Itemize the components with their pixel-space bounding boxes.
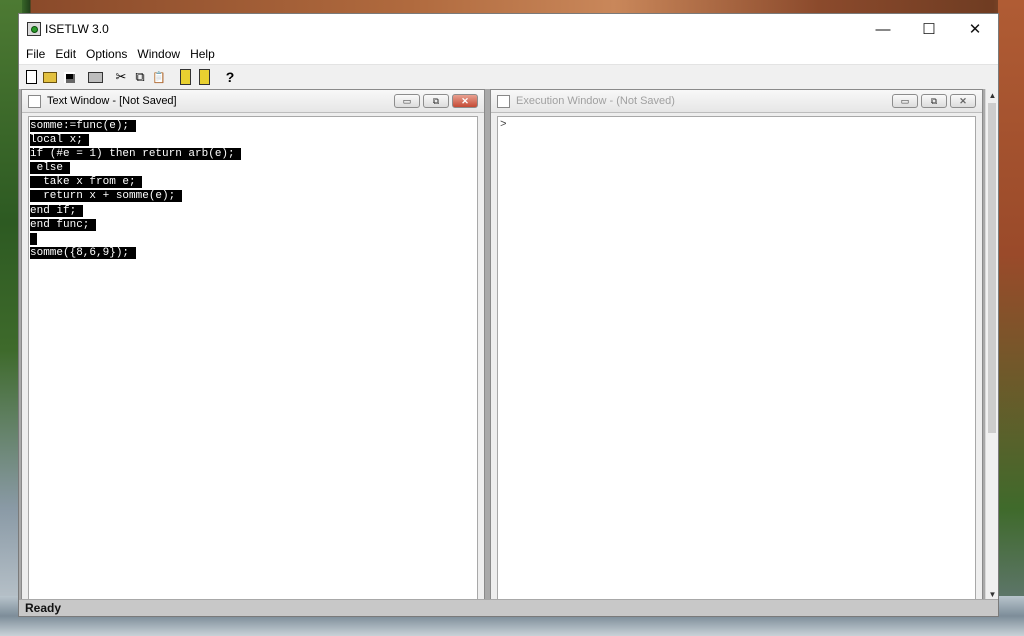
menu-bar: File Edit Options Window Help <box>19 44 998 64</box>
maximize-button[interactable]: ☐ <box>906 14 952 44</box>
save-disk-icon[interactable] <box>60 68 78 86</box>
execution-window-title: Execution Window - (Not Saved) <box>516 95 675 107</box>
scrollbar-thumb[interactable] <box>988 103 996 433</box>
new-document-icon[interactable] <box>22 68 40 86</box>
menu-file[interactable]: File <box>21 47 50 61</box>
code-line: local x; <box>30 134 90 147</box>
scroll-up-arrow-icon[interactable]: ▲ <box>986 89 999 102</box>
vertical-scrollbar[interactable]: ▲ ▼ <box>985 89 998 601</box>
code-line <box>30 232 476 246</box>
code-line: somme({8,6,9}); <box>30 246 136 259</box>
execution-window-restore-button[interactable]: ⧉ <box>921 94 947 108</box>
execution-window-minimize-button[interactable]: ▭ <box>892 94 918 108</box>
code-line: take x from e; <box>30 176 143 189</box>
isetlw-main-window: ISETLW 3.0 — ☐ ✕ File Edit Options Windo… <box>18 13 999 617</box>
text-window-restore-button[interactable]: ⧉ <box>423 94 449 108</box>
code-line: if (#e = 1) then return arb(e); <box>30 148 242 161</box>
text-window-minimize-button[interactable]: ▭ <box>394 94 420 108</box>
text-window-close-button[interactable]: ✕ <box>452 94 478 108</box>
code-line: somme:=func(e); <box>30 120 136 132</box>
execution-window[interactable]: Execution Window - (Not Saved) ▭ ⧉ ✕ > <box>490 89 983 601</box>
toolbar: ✂ ⧉ 📋 ? <box>19 64 998 90</box>
help-icon[interactable]: ? <box>221 68 239 86</box>
print-icon[interactable] <box>86 68 104 86</box>
text-editor[interactable]: somme:=func(e); local x; if (#e = 1) the… <box>28 116 478 600</box>
copy-icon[interactable]: ⧉ <box>131 68 149 86</box>
document-icon <box>28 94 41 108</box>
app-title: ISETLW 3.0 <box>45 22 109 36</box>
menu-options[interactable]: Options <box>81 47 132 61</box>
menu-edit[interactable]: Edit <box>50 47 81 61</box>
text-window[interactable]: Text Window - [Not Saved] ▭ ⧉ ✕ somme:=f… <box>21 89 485 601</box>
paste-icon[interactable]: 📋 <box>150 68 168 86</box>
code-line: else <box>30 162 70 175</box>
execution-prompt: > <box>500 119 507 131</box>
execution-window-controls: ▭ ⧉ ✕ <box>889 94 976 108</box>
text-window-title: Text Window - [Not Saved] <box>47 95 177 107</box>
status-text: Ready <box>25 601 62 615</box>
code-line: return x + somme(e); <box>30 190 182 203</box>
menu-window[interactable]: Window <box>132 47 185 61</box>
text-window-controls: ▭ ⧉ ✕ <box>391 94 478 108</box>
minimize-button[interactable]: — <box>860 14 906 44</box>
status-bar: Ready <box>19 599 998 616</box>
code-editor-content[interactable]: somme:=func(e); local x; if (#e = 1) the… <box>29 117 477 262</box>
stop-light-icon[interactable] <box>195 68 213 86</box>
document-icon <box>497 94 510 108</box>
window-controls: — ☐ ✕ <box>860 14 998 44</box>
cut-scissors-icon[interactable]: ✂ <box>112 68 130 86</box>
app-icon[interactable] <box>27 22 41 36</box>
title-bar[interactable]: ISETLW 3.0 — ☐ ✕ <box>19 14 998 44</box>
code-line: end func; <box>30 218 97 231</box>
execution-output[interactable]: > <box>497 116 976 600</box>
text-window-titlebar[interactable]: Text Window - [Not Saved] ▭ ⧉ ✕ <box>22 90 484 113</box>
desktop-background-right <box>998 0 1024 636</box>
execution-window-close-button[interactable]: ✕ <box>950 94 976 108</box>
mdi-client-area: Text Window - [Not Saved] ▭ ⧉ ✕ somme:=f… <box>19 89 986 601</box>
close-button[interactable]: ✕ <box>952 14 998 44</box>
run-light-icon[interactable] <box>176 68 194 86</box>
menu-help[interactable]: Help <box>185 47 220 61</box>
execution-window-titlebar[interactable]: Execution Window - (Not Saved) ▭ ⧉ ✕ <box>491 90 982 113</box>
open-folder-icon[interactable] <box>41 68 59 86</box>
code-line: end if; <box>30 204 83 217</box>
